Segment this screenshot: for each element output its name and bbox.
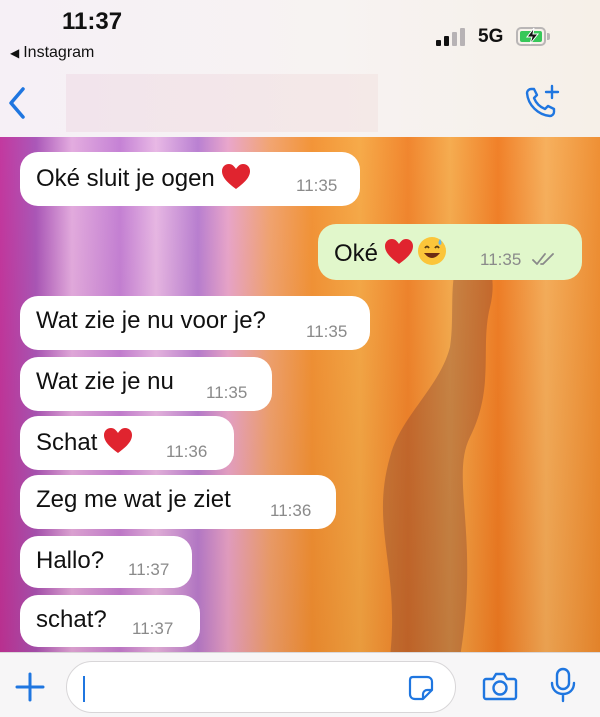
message-text: Schat [36,429,98,456]
call-add-icon[interactable] [522,82,562,122]
message-text: Wat zie je nu voor je? [36,307,266,334]
message-time: 11:36 [270,501,312,520]
double-check-icon [532,253,554,265]
battery-tip [547,33,550,40]
message-time: 11:37 [132,619,174,638]
message-bubble-incoming[interactable]: Oké sluit je ogen 11:35 [20,152,360,206]
contact-name-blurred[interactable] [66,74,378,132]
back-to-app-link[interactable]: ◀ Instagram [10,44,94,62]
message-bubble-incoming[interactable]: Wat zie je nu 11:35 [20,357,272,411]
microphone-icon[interactable] [550,667,576,703]
plus-icon[interactable] [14,671,46,703]
status-time: 11:37 [62,8,123,35]
message-bubble-incoming[interactable]: Schat 11:36 [20,416,234,470]
composer-bar [0,652,600,717]
chat-background: Oké sluit je ogen 11:35 Oké 11:35 Wat zi… [0,137,600,652]
sticker-icon[interactable] [407,674,435,702]
heart-emoji [385,239,414,264]
heart-emoji [104,428,133,453]
network-label: 5G [478,26,504,47]
message-time: 11:37 [128,560,170,579]
message-text: Zeg me wat je ziet [36,486,231,513]
message-text: Hallo? [36,547,105,574]
message-text: Oké [334,240,379,267]
message-bubble-outgoing[interactable]: Oké 11:35 [318,224,582,280]
signal-icon [436,28,466,46]
message-text: Wat zie je nu [36,368,174,395]
message-bubble-incoming[interactable]: Hallo? 11:37 [20,536,192,588]
message-time: 11:35 [296,176,338,195]
chat-header: 11:37 ◀ Instagram 5G [0,0,600,138]
back-triangle-icon: ◀ [10,46,20,60]
message-input[interactable] [81,672,395,704]
message-time: 11:36 [166,442,208,461]
battery-icon [516,27,546,46]
message-text: Oké sluit je ogen [36,165,215,192]
sweat-smile-emoji [418,237,447,265]
message-bubble-incoming[interactable]: schat? 11:37 [20,595,200,647]
message-time: 11:35 [206,383,248,402]
text-cursor [83,676,85,702]
back-app-label: Instagram [23,44,95,61]
back-chevron-icon[interactable] [6,86,28,120]
message-text: schat? [36,606,107,633]
camera-icon[interactable] [482,671,518,701]
message-bubble-incoming[interactable]: Zeg me wat je ziet 11:36 [20,475,336,529]
heart-emoji [221,164,250,189]
message-time: 11:35 [480,250,522,269]
message-bubble-incoming[interactable]: Wat zie je nu voor je? 11:35 [20,296,370,350]
message-time: 11:35 [306,322,348,341]
message-input-box[interactable] [66,661,456,713]
